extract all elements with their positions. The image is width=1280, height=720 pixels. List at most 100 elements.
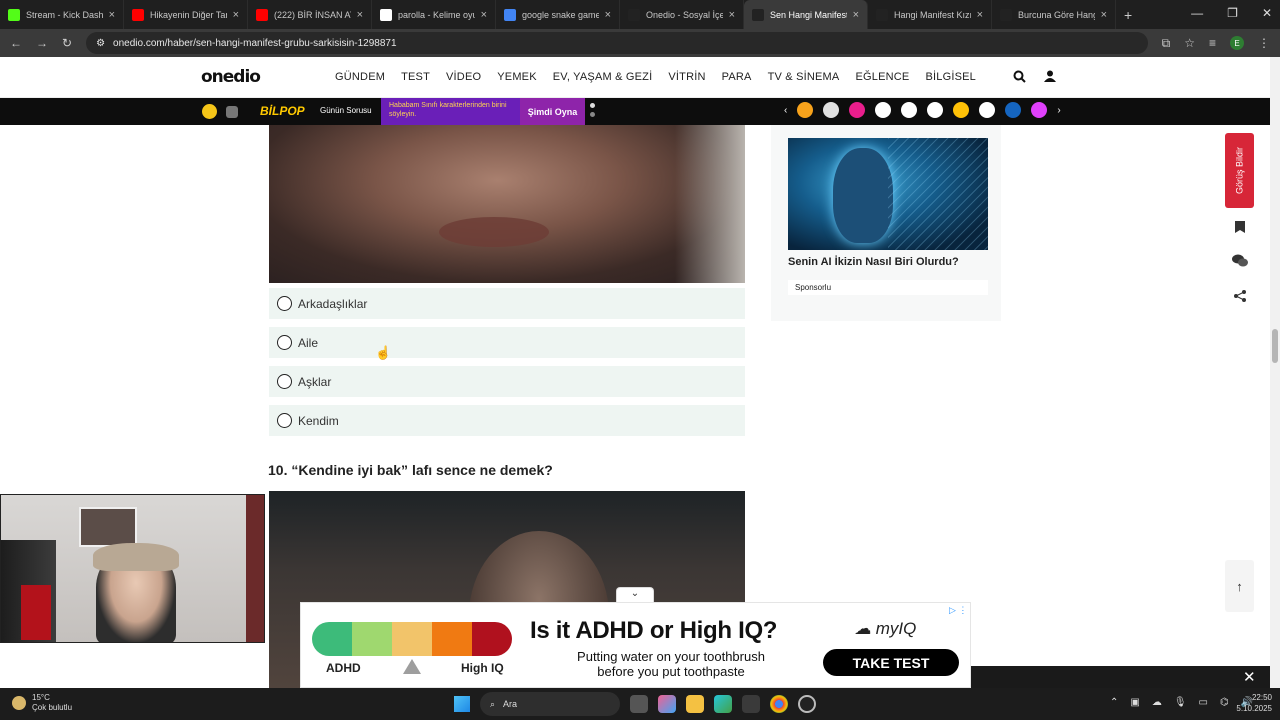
radio-button[interactable] <box>277 296 292 311</box>
bookmark-icon[interactable] <box>1232 220 1248 236</box>
nav-item[interactable]: YEMEK <box>497 71 537 83</box>
feedback-button[interactable]: Görüş Bildir <box>1225 133 1254 208</box>
obs-icon[interactable] <box>798 695 816 713</box>
taskbar-search[interactable]: ⌕ Ara <box>480 692 620 716</box>
nav-item[interactable]: EĞLENCE <box>855 71 909 83</box>
user-icon[interactable] <box>1044 70 1056 86</box>
tray-app-icon[interactable]: ▣ <box>1130 697 1139 708</box>
close-ad-icon[interactable]: ✕ <box>1243 668 1256 686</box>
close-window-icon[interactable]: ✕ <box>1262 6 1272 20</box>
answer-option[interactable]: Kendim <box>269 405 745 436</box>
bookmark-star-icon[interactable]: ☆ <box>1184 36 1195 50</box>
answer-option[interactable]: Aşklar <box>269 366 745 397</box>
maximize-icon[interactable]: ❐ <box>1227 6 1238 20</box>
menu-icon[interactable]: ⋮ <box>1258 36 1270 50</box>
search-icon[interactable] <box>1013 70 1026 86</box>
category-icon[interactable] <box>979 102 996 118</box>
onedio-logo[interactable]: onedio <box>201 67 261 87</box>
answer-option[interactable]: Aile <box>269 327 745 358</box>
tab-close-icon[interactable]: × <box>357 9 363 21</box>
sponsored-card[interactable]: Senin AI İkizin Nasıl Biri Olurdu? Spons… <box>771 125 1001 321</box>
category-icon[interactable] <box>953 102 970 118</box>
url-field[interactable]: ⚙ onedio.com/haber/sen-hangi-manifest-gr… <box>86 32 1148 54</box>
browser-tab[interactable]: google snake game × <box>496 0 620 29</box>
radio-button[interactable] <box>277 335 292 350</box>
category-icon[interactable] <box>927 102 944 118</box>
browser-tab[interactable]: Hangi Manifest Kızı × <box>868 0 992 29</box>
store-icon[interactable] <box>742 695 760 713</box>
category-icon[interactable] <box>875 102 892 118</box>
tab-close-icon[interactable]: × <box>729 9 735 21</box>
display-icon[interactable]: ▭ <box>1199 697 1208 708</box>
take-test-button[interactable]: TAKE TEST <box>823 649 959 676</box>
carousel-prev-icon[interactable]: ‹ <box>784 105 787 116</box>
tab-close-icon[interactable]: × <box>977 9 983 21</box>
cloud-icon[interactable]: ☁ <box>1152 697 1162 708</box>
profile-avatar[interactable]: E <box>1230 36 1244 50</box>
category-icon[interactable] <box>797 102 814 118</box>
ad-collapse-button[interactable]: ⌄ <box>616 587 654 603</box>
browser-tab[interactable]: Hikayenin Diğer Tara × <box>124 0 248 29</box>
ad-info-icon[interactable]: ▷ ⋮ <box>949 605 967 616</box>
category-icon[interactable] <box>1031 102 1048 118</box>
back-icon[interactable]: ← <box>10 36 22 50</box>
tab-close-icon[interactable]: × <box>605 9 611 21</box>
nav-item[interactable]: GÜNDEM <box>335 71 385 83</box>
radio-button[interactable] <box>277 374 292 389</box>
share-icon[interactable] <box>1232 289 1248 305</box>
browser-tab[interactable]: (222) BİR İNSAN AYL × <box>248 0 372 29</box>
chrome-icon[interactable] <box>770 695 788 713</box>
play-now-button[interactable]: Şimdi Oyna <box>520 98 585 125</box>
start-icon[interactable] <box>454 696 470 712</box>
nav-item[interactable]: EV, YAŞAM & GEZİ <box>553 71 653 83</box>
radio-button[interactable] <box>277 413 292 428</box>
browser-tab[interactable]: Stream - Kick Dashbo × <box>0 0 124 29</box>
nav-item[interactable]: TEST <box>401 71 430 83</box>
nav-item[interactable]: VİTRİN <box>668 71 705 83</box>
tab-close-icon[interactable]: × <box>481 9 487 21</box>
nav-item[interactable]: VİDEO <box>446 71 481 83</box>
tray-chevron-icon[interactable]: ⌃ <box>1110 697 1118 708</box>
comments-icon[interactable] <box>1232 254 1248 270</box>
carousel-dots[interactable] <box>590 103 596 121</box>
reload-icon[interactable]: ↻ <box>62 36 72 50</box>
edge-icon[interactable] <box>714 695 732 713</box>
minimize-icon[interactable]: — <box>1191 6 1203 20</box>
page-scrollbar[interactable] <box>1270 57 1280 688</box>
tab-close-icon[interactable]: × <box>109 9 115 21</box>
forward-icon[interactable]: → <box>36 36 48 50</box>
nav-item[interactable]: PARA <box>722 71 752 83</box>
scroll-to-top-button[interactable]: ↑ <box>1225 560 1254 612</box>
weather-widget[interactable]: 15°C Çok bulutlu <box>12 693 72 714</box>
clock[interactable]: 22:50 5.10.2025 <box>1232 693 1272 715</box>
carousel-next-icon[interactable]: › <box>1057 105 1060 116</box>
browser-tab[interactable]: Burcuna Göre Hangi × <box>992 0 1116 29</box>
media-icon[interactable]: ≡ <box>1209 36 1216 50</box>
ad-banner[interactable]: ADHD High IQ Is it ADHD or High IQ? Putt… <box>300 602 971 688</box>
sponsored-title[interactable]: Senin AI İkizin Nasıl Biri Olurdu? <box>788 256 959 268</box>
category-icon[interactable] <box>849 102 866 118</box>
category-icon[interactable] <box>823 102 840 118</box>
category-icon[interactable] <box>1005 102 1022 118</box>
tab-close-icon[interactable]: × <box>233 9 239 21</box>
browser-tab[interactable]: Sen Hangi Manifest G × <box>744 0 868 29</box>
nav-item[interactable]: BİLGİSEL <box>925 71 976 83</box>
game-icon[interactable] <box>226 106 238 118</box>
new-tab-icon[interactable]: + <box>1116 7 1140 23</box>
install-icon[interactable]: ⧉ <box>1162 36 1171 51</box>
tab-close-icon[interactable]: × <box>1101 9 1107 21</box>
site-info-icon[interactable]: ⚙ <box>96 38 105 49</box>
network-icon[interactable]: ⌬ <box>1220 697 1229 708</box>
answer-option[interactable]: Arkadaşlıklar <box>269 288 745 319</box>
file-explorer-icon[interactable] <box>686 695 704 713</box>
tab-close-icon[interactable]: × <box>853 9 859 21</box>
bilpop-logo[interactable]: BİLPOP <box>260 104 305 118</box>
nav-item[interactable]: TV & SİNEMA <box>768 71 840 83</box>
browser-tab[interactable]: parolla - Kelime oyun × <box>372 0 496 29</box>
mic-icon[interactable]: 🎙 <box>1174 697 1187 708</box>
category-icon[interactable] <box>901 102 918 118</box>
browser-tab[interactable]: Onedio - Sosyal İçeri × <box>620 0 744 29</box>
copilot-icon[interactable] <box>658 695 676 713</box>
bilpop-badge-icon[interactable] <box>202 104 217 119</box>
task-view-icon[interactable] <box>630 695 648 713</box>
